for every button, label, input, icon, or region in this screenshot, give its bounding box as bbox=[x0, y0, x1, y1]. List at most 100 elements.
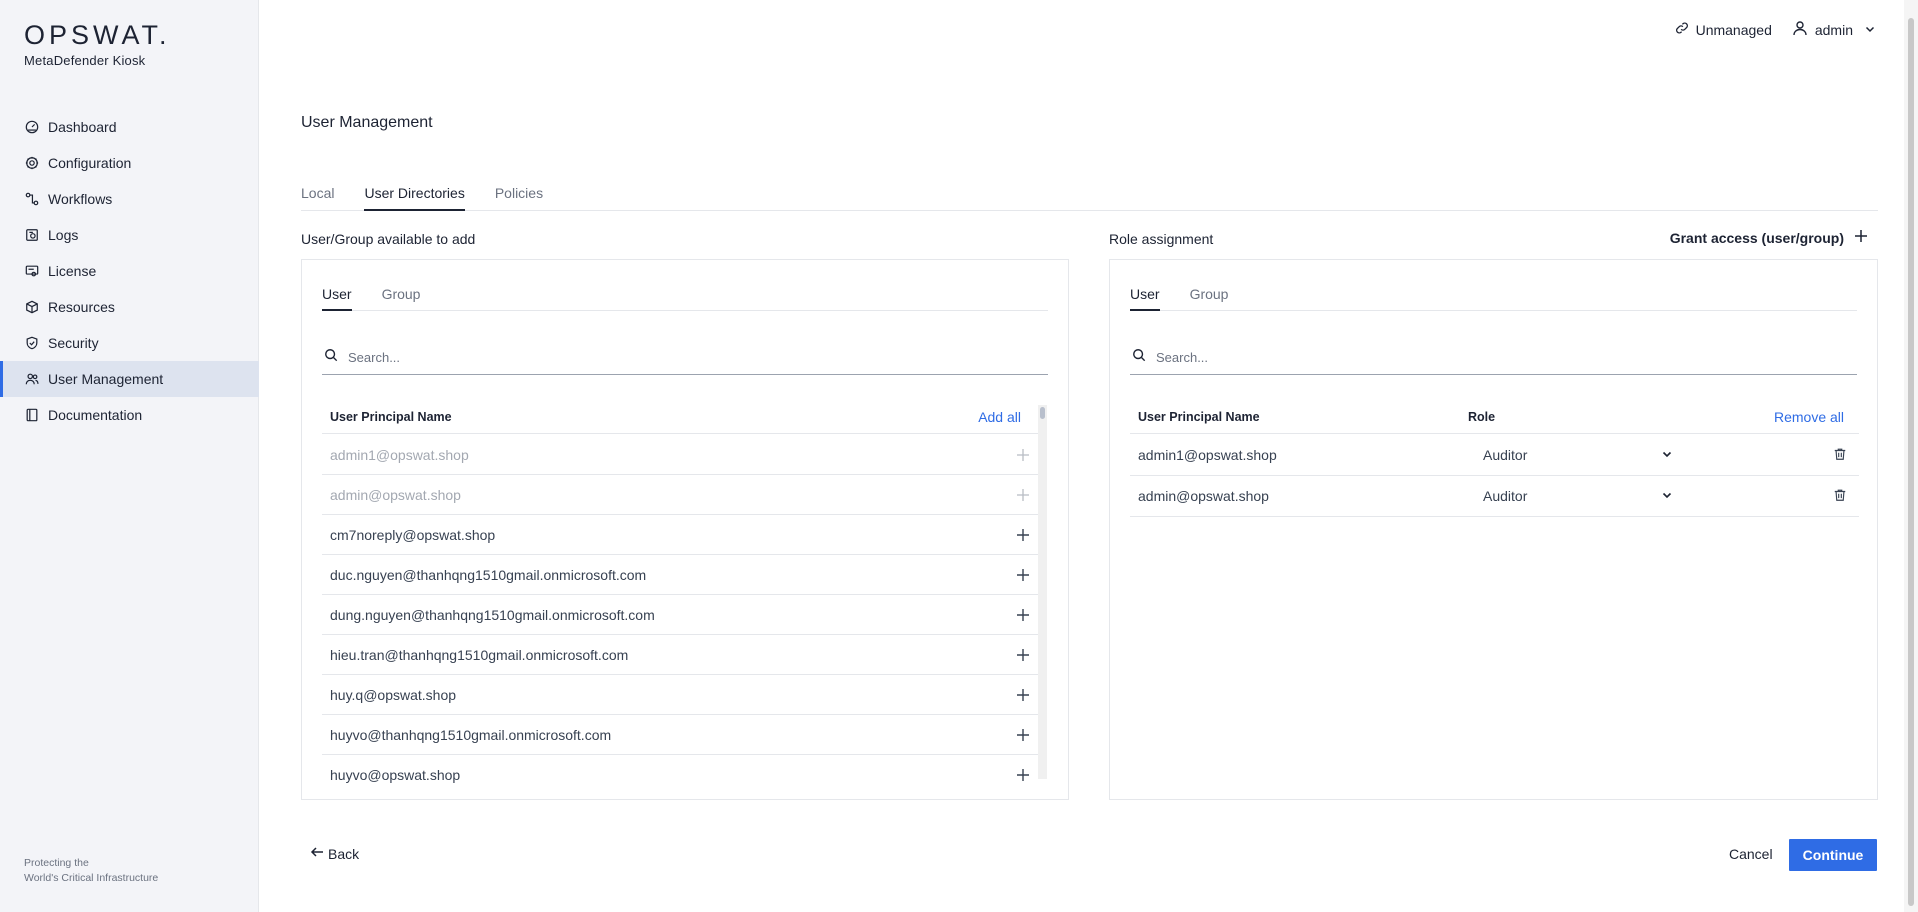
trash-icon[interactable] bbox=[1833, 488, 1847, 505]
sidebar-item-logs[interactable]: Logs bbox=[0, 217, 259, 253]
sidebar-item-license[interactable]: License bbox=[0, 253, 259, 289]
available-inner-tabs: User Group bbox=[322, 282, 1048, 311]
product-name: MetaDefender Kiosk bbox=[24, 53, 146, 68]
role-value: Auditor bbox=[1483, 488, 1528, 504]
add-icon[interactable] bbox=[1008, 768, 1038, 782]
sidebar-item-security[interactable]: Security bbox=[0, 325, 259, 361]
available-table-header: User Principal Name Add all bbox=[322, 401, 1038, 434]
available-list: admin1@opswat.shop admin@opswat.shop cm7… bbox=[322, 435, 1038, 785]
page-scrollbar[interactable] bbox=[1904, 0, 1918, 912]
cancel-button[interactable]: Cancel bbox=[1729, 846, 1773, 862]
role-search bbox=[1130, 348, 1857, 375]
list-item: admin@opswat.shop bbox=[322, 475, 1038, 515]
tab-user[interactable]: User bbox=[322, 282, 352, 311]
row-name: admin1@opswat.shop bbox=[330, 446, 469, 463]
row-name: admin1@opswat.shop bbox=[1138, 447, 1277, 463]
available-search-input[interactable] bbox=[348, 350, 1048, 365]
sidebar-item-label: Security bbox=[48, 335, 99, 351]
table-row: admin@opswat.shop Auditor bbox=[1130, 476, 1859, 517]
chevron-down-icon bbox=[1864, 22, 1876, 38]
add-icon[interactable] bbox=[1008, 608, 1038, 622]
row-name: dung.nguyen@thanhqng1510gmail.onmicrosof… bbox=[330, 606, 655, 623]
brand: OPSWAT. MetaDefender Kiosk bbox=[24, 20, 171, 69]
sidebar-item-resources[interactable]: Resources bbox=[0, 289, 259, 325]
continue-button[interactable]: Continue bbox=[1789, 839, 1877, 871]
sidebar: OPSWAT. MetaDefender Kiosk Dashboard Con… bbox=[0, 0, 259, 912]
list-scrollbar-thumb[interactable] bbox=[1040, 407, 1045, 419]
add-icon bbox=[1008, 488, 1038, 502]
footer-line-2: World's Critical Infrastructure bbox=[24, 872, 159, 884]
shield-icon bbox=[24, 335, 40, 351]
sidebar-item-label: Resources bbox=[48, 299, 115, 315]
user-menu[interactable]: admin bbox=[1792, 20, 1876, 39]
sidebar-item-label: Configuration bbox=[48, 155, 132, 171]
arrow-left-icon bbox=[310, 845, 324, 862]
user-name: admin bbox=[1814, 21, 1853, 38]
sidebar-item-label: User Management bbox=[48, 371, 164, 387]
sidebar-item-label: Logs bbox=[48, 227, 79, 243]
add-icon[interactable] bbox=[1008, 648, 1038, 662]
trash-icon[interactable] bbox=[1833, 447, 1847, 464]
col-user-principal-name: User Principal Name bbox=[1138, 410, 1260, 424]
tab-group[interactable]: Group bbox=[382, 282, 421, 311]
gear-icon bbox=[24, 155, 40, 171]
sidebar-item-label: Dashboard bbox=[48, 119, 117, 135]
tab-user-directories[interactable]: User Directories bbox=[364, 181, 465, 211]
back-label: Back bbox=[328, 845, 360, 862]
tab-user[interactable]: User bbox=[1130, 282, 1160, 311]
topbar: Unmanaged admin bbox=[1675, 20, 1876, 39]
sidebar-item-workflows[interactable]: Workflows bbox=[0, 181, 259, 217]
available-panel: User Group User Principal Name Add all a… bbox=[301, 259, 1069, 800]
row-name: cm7noreply@opswat.shop bbox=[330, 526, 496, 543]
add-all-button[interactable]: Add all bbox=[978, 409, 1021, 425]
back-button[interactable]: Back bbox=[310, 845, 359, 862]
users-icon bbox=[24, 371, 40, 387]
table-row: admin1@opswat.shop Auditor bbox=[1130, 435, 1859, 476]
remove-all-button[interactable]: Remove all bbox=[1774, 409, 1844, 425]
tab-group[interactable]: Group bbox=[1190, 282, 1229, 311]
book-icon bbox=[24, 407, 40, 423]
sidebar-item-label: Documentation bbox=[48, 407, 143, 423]
page-scrollbar-thumb[interactable] bbox=[1908, 18, 1914, 906]
sidebar-item-user-management[interactable]: User Management bbox=[0, 361, 259, 397]
grant-access-label: Grant access (user/group) bbox=[1669, 229, 1844, 246]
sidebar-item-documentation[interactable]: Documentation bbox=[0, 397, 259, 433]
tab-policies[interactable]: Policies bbox=[495, 181, 543, 211]
role-select[interactable]: Auditor bbox=[1483, 488, 1673, 504]
unmanaged-status[interactable]: Unmanaged bbox=[1675, 21, 1772, 38]
available-title: User/Group available to add bbox=[301, 231, 476, 247]
list-item: cm7noreply@opswat.shop bbox=[322, 515, 1038, 555]
sidebar-item-dashboard[interactable]: Dashboard bbox=[0, 109, 259, 145]
role-list: admin1@opswat.shop Auditor admin@opswat.… bbox=[1130, 435, 1859, 525]
chevron-down-icon bbox=[1661, 447, 1673, 463]
sidebar-item-label: Workflows bbox=[48, 191, 113, 207]
list-item: huyvo@thanhqng1510gmail.onmicrosoft.com bbox=[322, 715, 1038, 755]
logs-icon bbox=[24, 227, 40, 243]
row-name: huyvo@thanhqng1510gmail.onmicrosoft.com bbox=[330, 726, 612, 743]
search-icon bbox=[324, 348, 338, 367]
row-name: admin@opswat.shop bbox=[330, 486, 461, 503]
main-tabs: Local User Directories Policies bbox=[301, 181, 1878, 211]
col-role: Role bbox=[1468, 410, 1496, 424]
tab-local[interactable]: Local bbox=[301, 181, 334, 211]
add-icon[interactable] bbox=[1008, 728, 1038, 742]
role-table-header: User Principal Name Role Remove all bbox=[1130, 401, 1859, 434]
user-icon bbox=[1792, 20, 1808, 39]
list-item: huy.q@opswat.shop bbox=[322, 675, 1038, 715]
role-search-input[interactable] bbox=[1156, 350, 1857, 365]
add-icon[interactable] bbox=[1008, 568, 1038, 582]
chevron-down-icon bbox=[1661, 488, 1673, 504]
grant-access-button[interactable]: Grant access (user/group) bbox=[1670, 229, 1868, 246]
list-scrollbar[interactable] bbox=[1038, 405, 1047, 779]
license-icon bbox=[24, 263, 40, 279]
unmanaged-label: Unmanaged bbox=[1695, 21, 1772, 38]
list-item: duc.nguyen@thanhqng1510gmail.onmicrosoft… bbox=[322, 555, 1038, 595]
add-icon[interactable] bbox=[1008, 688, 1038, 702]
add-icon[interactable] bbox=[1008, 528, 1038, 542]
role-assignment-panel: User Group User Principal Name Role Remo… bbox=[1109, 259, 1878, 800]
sidebar-item-configuration[interactable]: Configuration bbox=[0, 145, 259, 181]
page-title: User Management bbox=[301, 114, 433, 131]
role-select[interactable]: Auditor bbox=[1483, 447, 1673, 463]
workflow-icon bbox=[24, 191, 40, 207]
opswat-logo: OPSWAT. bbox=[24, 20, 171, 50]
